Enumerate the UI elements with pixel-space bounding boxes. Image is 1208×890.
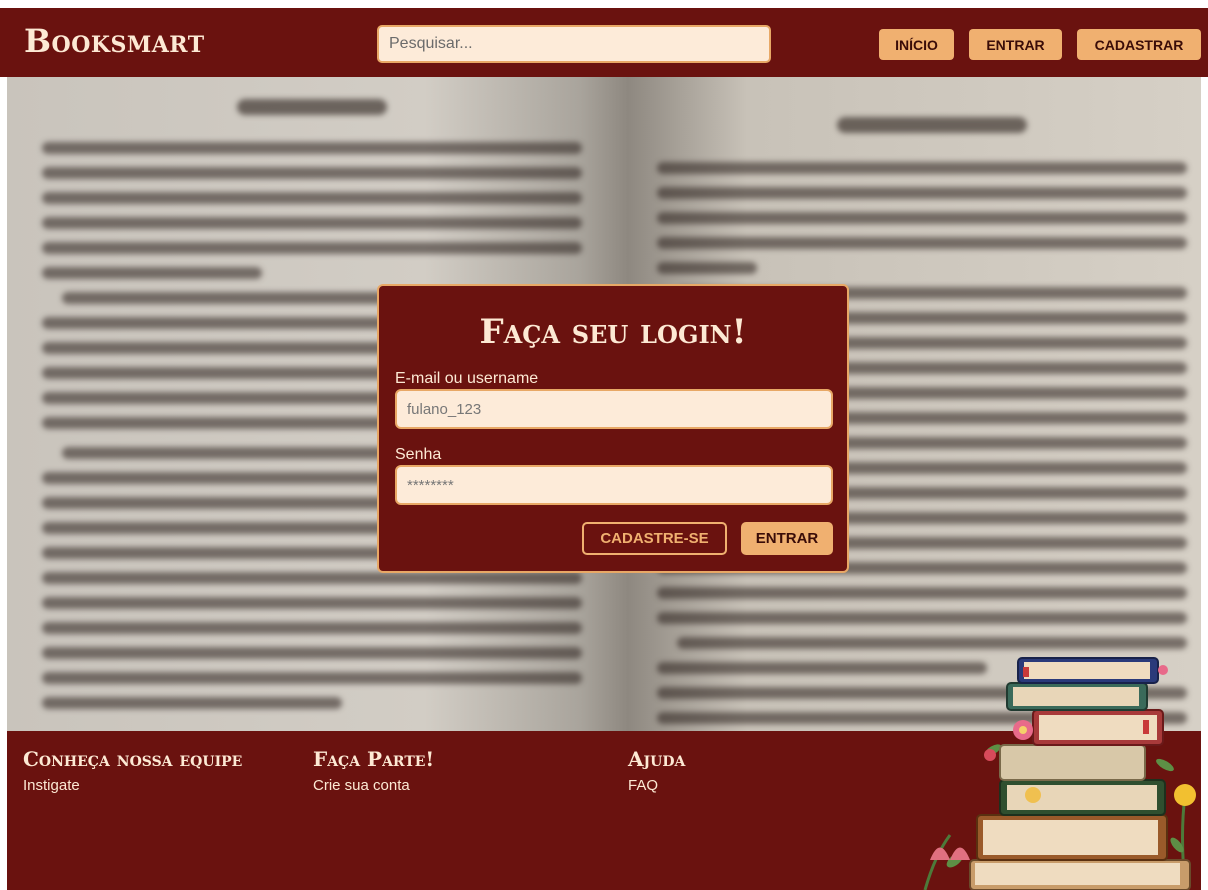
nav-cadastrar-button[interactable]: CADASTRAR [1077, 29, 1201, 60]
password-field[interactable] [395, 465, 833, 505]
password-label: Senha [395, 446, 442, 463]
email-field[interactable] [395, 389, 833, 429]
book-stack-illustration [923, 657, 1196, 890]
search-input[interactable] [377, 25, 771, 63]
footer-link-instigate[interactable]: Instigate [23, 777, 263, 794]
footer-heading-join: Faça Parte! [313, 747, 435, 771]
top-navbar: Booksmart INÍCIO ENTRAR CADASTRAR [0, 8, 1208, 77]
footer-link-faq[interactable]: FAQ [628, 777, 868, 794]
footer-column-team: Conheça nossa equipe Instigate [23, 743, 263, 794]
signup-button[interactable]: CADASTRE-SE [582, 522, 727, 555]
login-submit-button[interactable]: ENTRAR [741, 522, 833, 555]
footer-column-help: Ajuda FAQ [628, 743, 868, 794]
footer-link-signup[interactable]: Crie sua conta [313, 777, 553, 794]
email-label: E-mail ou username [395, 370, 539, 387]
nav-entrar-button[interactable]: ENTRAR [969, 29, 1062, 60]
footer-column-join: Faça Parte! Crie sua conta [313, 743, 553, 794]
login-card: Faça seu login! E-mail ou username Senha… [377, 284, 849, 573]
site-logo[interactable]: Booksmart [24, 22, 205, 60]
login-title: Faça seu login! [479, 312, 747, 352]
nav-inicio-button[interactable]: INÍCIO [879, 29, 954, 60]
footer-heading-team: Conheça nossa equipe [23, 747, 243, 771]
footer-heading-help: Ajuda [628, 747, 686, 771]
